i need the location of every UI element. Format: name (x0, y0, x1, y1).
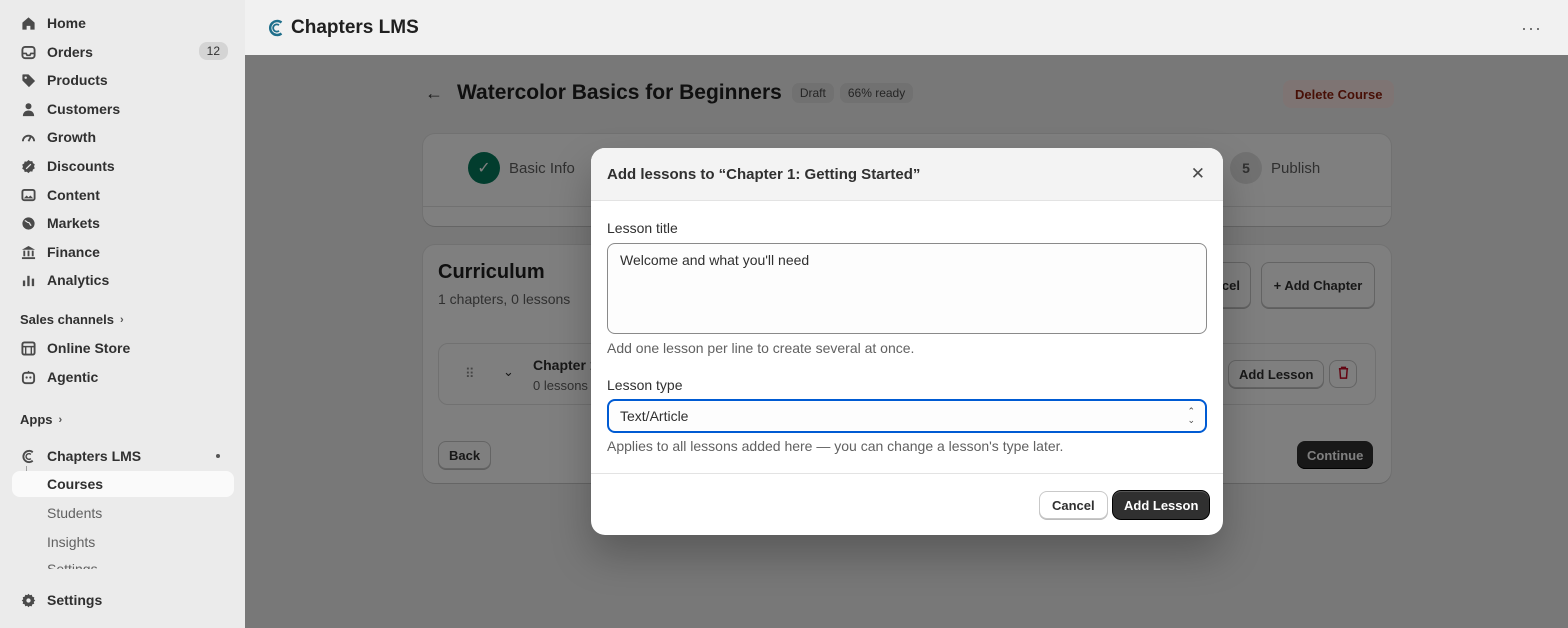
sidebar-subitem-courses[interactable]: Courses (12, 471, 234, 497)
close-icon[interactable]: ✕ (1191, 165, 1205, 182)
button-label: Cancel (1052, 497, 1095, 513)
sidebar-item-label: Markets (47, 215, 100, 231)
lesson-title-help: Add one lesson per line to create severa… (607, 340, 915, 356)
bank-icon (20, 244, 36, 260)
image-icon (20, 187, 36, 203)
apps-label: Apps (20, 412, 53, 427)
lesson-title-label: Lesson title (607, 220, 678, 236)
modal-title: Add lessons to “Chapter 1: Getting Start… (607, 165, 921, 183)
sidebar-item-label: Customers (47, 101, 121, 117)
sidebar-item-label: Orders (47, 44, 93, 60)
modal-header: Add lessons to “Chapter 1: Getting Start… (591, 148, 1223, 201)
sidebar-subitem-label: Courses (47, 476, 104, 492)
add-lesson-submit-button[interactable]: Add Lesson (1113, 491, 1210, 519)
lesson-type-select[interactable]: Text/Article ⌃ ⌄ (607, 399, 1207, 433)
select-arrows-icon: ⌃ ⌄ (1187, 406, 1195, 425)
sidebar-subitem-label: Students (47, 505, 103, 521)
tag-icon (20, 72, 36, 88)
sales-channels-header[interactable]: Sales channels › (20, 312, 124, 327)
sidebar-item-label: Chapters LMS (47, 448, 142, 464)
sidebar-item-label: Settings (47, 592, 103, 608)
sidebar-item-customers[interactable]: Customers (12, 96, 234, 122)
sidebar-item-orders[interactable]: Orders 12 (12, 39, 234, 65)
sidebar-subitem-insights[interactable]: Insights (12, 529, 234, 555)
cancel-button[interactable]: Cancel (1039, 491, 1108, 519)
sidebar-item-settings[interactable]: Settings (12, 587, 234, 613)
sidebar-item-analytics[interactable]: Analytics (12, 267, 234, 293)
pin-dot-icon (216, 454, 220, 458)
sidebar-item-discounts[interactable]: Discounts (12, 153, 234, 179)
sales-channels-label: Sales channels (20, 312, 114, 327)
sidebar-subitem-label: Settings (47, 561, 98, 569)
sidebar-item-label: Online Store (47, 340, 131, 356)
sidebar-subitem-students[interactable]: Students (12, 500, 234, 526)
sidebar-item-online-store[interactable]: Online Store (12, 335, 234, 361)
more-options-icon[interactable]: ··· (1521, 18, 1542, 39)
sidebar-item-label: Finance (47, 244, 100, 260)
sidebar-item-products[interactable]: Products (12, 67, 234, 93)
lesson-type-help: Applies to all lessons added here — you … (607, 438, 1064, 454)
sidebar-subitem-label: Insights (47, 534, 96, 550)
home-icon (20, 15, 36, 31)
gauge-icon (20, 129, 36, 145)
bar-chart-icon (20, 272, 36, 288)
chevron-right-icon: › (58, 413, 63, 426)
person-icon (20, 101, 36, 117)
sidebar-item-content[interactable]: Content (12, 182, 234, 208)
add-lessons-modal: Add lessons to “Chapter 1: Getting Start… (591, 148, 1223, 535)
chapters-logo-icon (20, 448, 36, 464)
sidebar-item-label: Analytics (47, 272, 110, 288)
chevron-right-icon: › (119, 313, 124, 326)
apps-header[interactable]: Apps › (20, 412, 62, 427)
globe-icon (20, 215, 36, 231)
button-label: Add Lesson (1124, 497, 1199, 513)
sidebar-item-label: Growth (47, 129, 96, 145)
sidebar-item-finance[interactable]: Finance (12, 239, 234, 265)
orders-count-badge: 12 (198, 42, 228, 60)
sidebar-item-label: Content (47, 187, 100, 203)
discount-icon (20, 158, 36, 174)
lesson-type-label: Lesson type (607, 377, 683, 393)
select-value: Text/Article (620, 408, 689, 424)
robot-icon (20, 369, 36, 385)
sidebar-item-label: Products (47, 72, 108, 88)
modal-footer: Cancel Add Lesson (591, 473, 1223, 535)
chapters-logo-icon (267, 19, 285, 37)
lesson-title-textarea[interactable]: Welcome and what you'll need (607, 243, 1207, 334)
sidebar: Home Orders 12 Products Customers Growth… (0, 0, 245, 628)
sidebar-item-growth[interactable]: Growth (12, 124, 234, 150)
store-icon (20, 340, 36, 356)
sidebar-item-agentic[interactable]: Agentic (12, 364, 234, 390)
gear-icon (20, 592, 36, 608)
sidebar-item-home[interactable]: Home (12, 10, 234, 36)
sidebar-item-label: Discounts (47, 158, 115, 174)
sidebar-item-label: Home (47, 15, 86, 31)
sidebar-subitem-settings-clipped[interactable]: Settings (12, 557, 234, 569)
sidebar-item-label: Agentic (47, 369, 99, 385)
inbox-icon (20, 44, 36, 60)
sidebar-item-chapters-lms[interactable]: Chapters LMS (12, 443, 234, 469)
sidebar-item-markets[interactable]: Markets (12, 210, 234, 236)
app-topbar: Chapters LMS ··· (245, 0, 1568, 55)
app-title: Chapters LMS (291, 16, 419, 38)
